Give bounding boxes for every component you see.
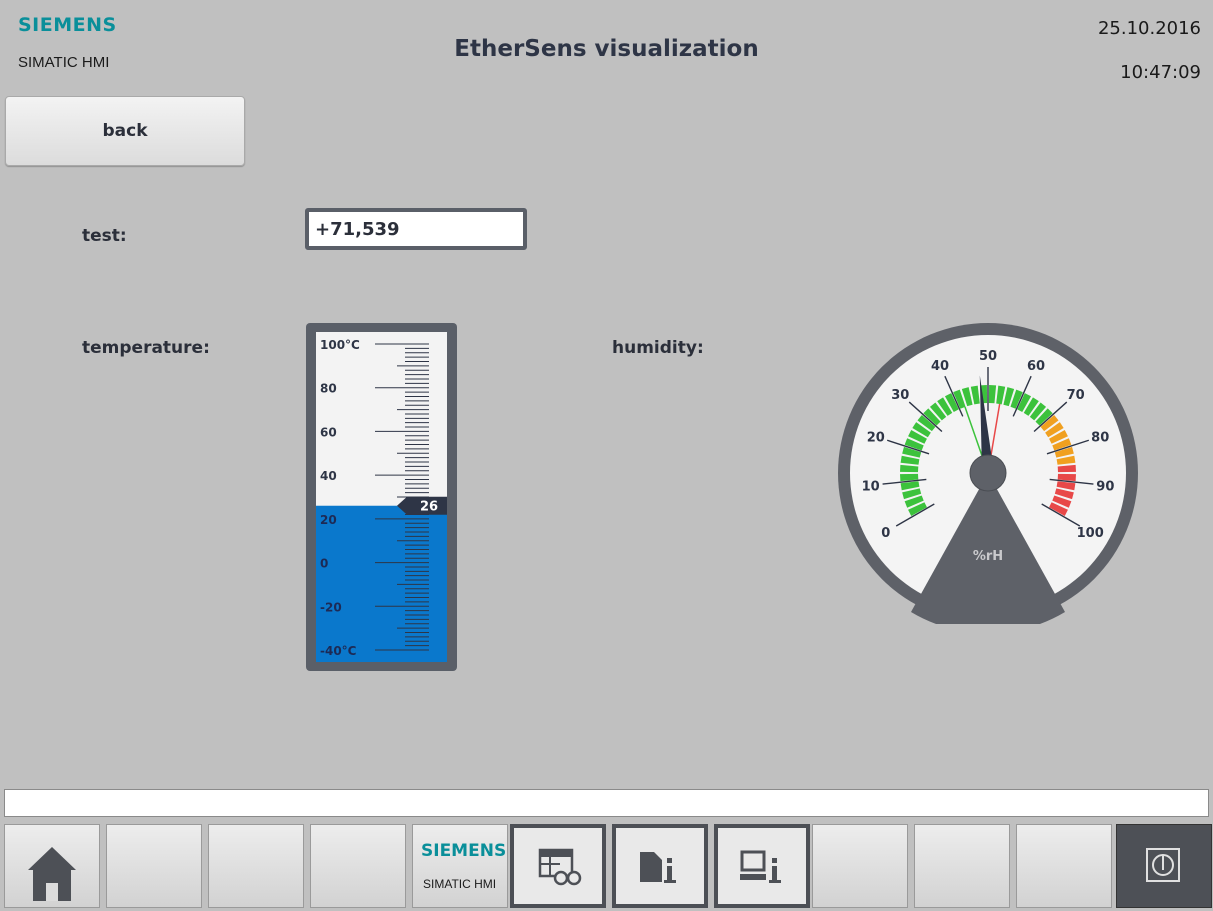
test-label: test:: [82, 226, 127, 246]
function-key-2[interactable]: [106, 824, 202, 908]
gauge-scale-label: 50: [979, 349, 997, 364]
function-key-9[interactable]: [812, 824, 908, 908]
gauge-scale-label: 10: [862, 479, 880, 494]
page-title: EtherSens visualization: [454, 36, 759, 62]
device-info-button[interactable]: [714, 824, 810, 908]
power-button[interactable]: [1116, 824, 1212, 908]
table-view-button[interactable]: [510, 824, 606, 908]
gauge-scale-label: 0: [881, 526, 890, 541]
gauge-scale-label: 90: [1096, 479, 1114, 494]
bar-value-text: 26: [420, 500, 438, 515]
test-value-field[interactable]: +71,539: [305, 208, 527, 250]
bar-scale-label: -40°C: [320, 644, 357, 658]
bar-scale-label: -20: [320, 600, 342, 614]
taskbar-brand: SIEMENS: [421, 841, 507, 861]
function-key-4[interactable]: [310, 824, 406, 908]
bar-fill: [316, 505, 447, 662]
siemens-key[interactable]: SIEMENS SIMATIC HMI: [412, 824, 508, 908]
home-icon: [28, 847, 76, 901]
bar-scale-label: 20: [320, 513, 337, 527]
gauge-scale-label: 30: [891, 388, 909, 403]
function-key-10[interactable]: [914, 824, 1010, 908]
bar-scale-label: 40: [320, 469, 337, 483]
function-key-11[interactable]: [1016, 824, 1112, 908]
power-icon: [1146, 848, 1180, 882]
bar-scale-label: 60: [320, 425, 337, 439]
gauge-scale-label: 40: [931, 359, 949, 374]
bar-scale-label: 0: [320, 557, 328, 571]
time-display: 10:47:09: [1120, 62, 1201, 83]
humidity-label: humidity:: [612, 338, 704, 358]
bar-scale-label: 80: [320, 382, 337, 396]
gauge-scale-label: 70: [1067, 388, 1085, 403]
device-info-icon: [740, 850, 781, 883]
gauge-unit: %rH: [973, 549, 1003, 564]
siemens-logo: SIEMENS: [18, 14, 117, 36]
taskbar-brand-sub: SIMATIC HMI: [423, 877, 497, 891]
gauge-scale-label: 20: [867, 431, 885, 446]
temperature-label: temperature:: [82, 338, 210, 358]
function-key-3[interactable]: [208, 824, 304, 908]
document-info-button[interactable]: [612, 824, 708, 908]
date-display: 25.10.2016: [1097, 18, 1201, 39]
function-key-bar: SIEMENS SIMATIC HMI: [4, 822, 1213, 909]
gauge-hub: [969, 454, 1007, 492]
gauge-scale-label: 60: [1027, 359, 1045, 374]
bar-scale-label: 100°C: [320, 338, 360, 352]
home-button[interactable]: [4, 824, 100, 908]
gauge-scale-label: 80: [1091, 431, 1109, 446]
temperature-bar-gauge: 100°C 80 60 40 20 0 -20 -40°C 26: [306, 323, 457, 671]
value-marker: 26: [397, 496, 447, 515]
gauge-scale-label: 100: [1077, 526, 1104, 541]
back-button[interactable]: back: [5, 96, 245, 166]
humidity-dial-gauge: 0 10 20 30 40 50 60 70 80 90 100 %rH: [838, 323, 1138, 624]
table-view-icon: [538, 848, 582, 886]
document-info-icon: [640, 852, 676, 883]
alarm-message-bar[interactable]: [4, 789, 1209, 817]
